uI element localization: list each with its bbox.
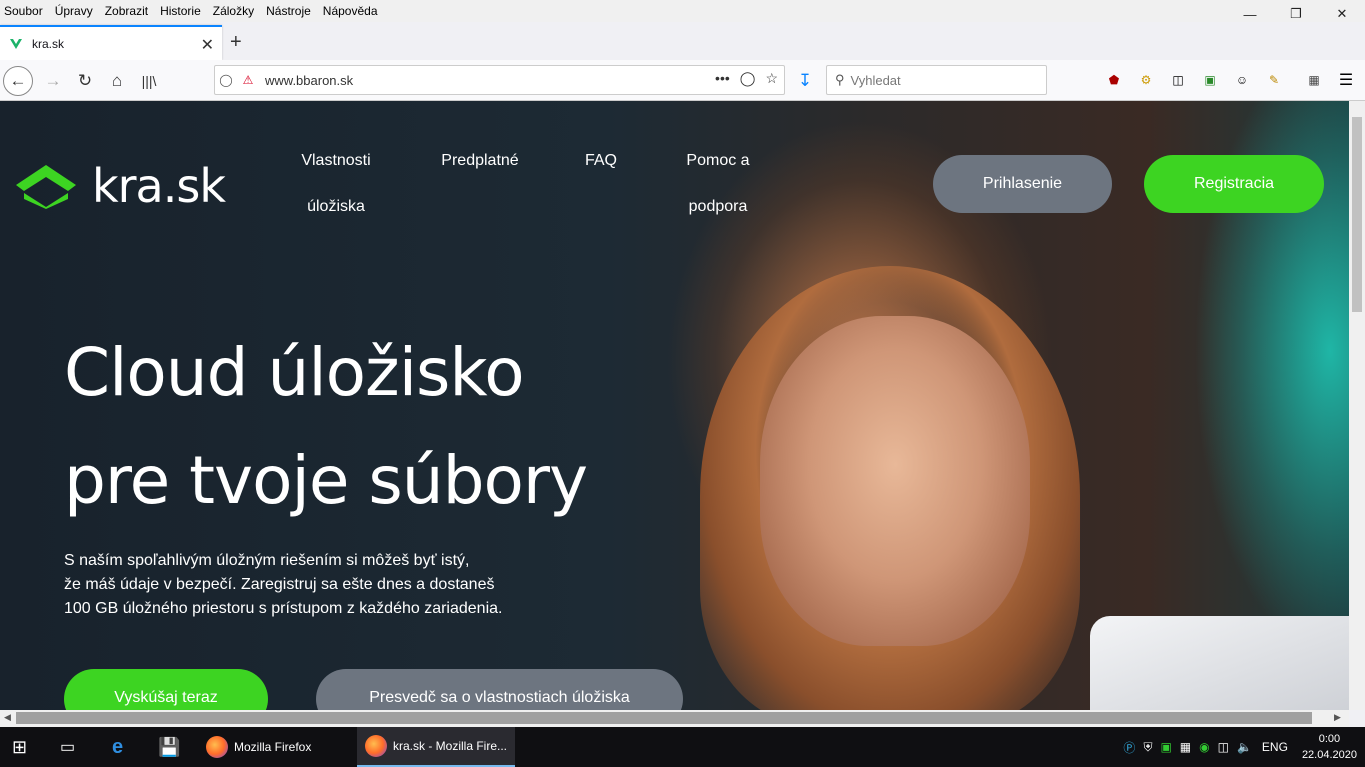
clock[interactable]: 0:00 22.04.2020 bbox=[1302, 731, 1357, 763]
firefox-icon bbox=[365, 735, 387, 757]
menu-soubor[interactable]: Soubor bbox=[4, 4, 43, 18]
nav-pomoc[interactable]: Pomoc a podpora bbox=[676, 138, 760, 230]
tab-title: kra.sk bbox=[32, 36, 65, 51]
ublock-icon[interactable]: ⬟ bbox=[1104, 70, 1124, 90]
site-logo[interactable]: kra.sk bbox=[14, 159, 226, 213]
nav-faq-label: FAQ bbox=[584, 152, 617, 169]
url-bar[interactable]: ◯ ⚠ www.bbaron.sk ••• ◯ ☆ bbox=[214, 65, 785, 95]
volume-icon[interactable]: 🔈 bbox=[1237, 740, 1252, 754]
clock-time: 0:00 bbox=[1318, 733, 1341, 745]
nav-vlastnosti-line2: úložiska bbox=[307, 198, 365, 215]
bookmark-star-icon[interactable]: ☆ bbox=[765, 70, 778, 87]
tray-disk-icon[interactable]: ▦ bbox=[1180, 740, 1191, 754]
home-icon[interactable]: ⌂ bbox=[102, 66, 132, 96]
extensions-icon[interactable]: ▦ bbox=[1304, 70, 1324, 90]
edge-icon[interactable]: e bbox=[112, 727, 123, 767]
system-tray: Ⓟ ⛨ ▣ ▦ ◉ ◫ 🔈 ENG 0:00 22.04.2020 bbox=[1123, 727, 1357, 767]
tool-icon[interactable]: ✎ bbox=[1264, 70, 1284, 90]
hero-subtitle: S naším spoľahlivým úložným riešením si … bbox=[64, 549, 524, 621]
insecure-lock-icon[interactable]: ⚠ bbox=[237, 73, 259, 87]
horizontal-scroll-thumb[interactable] bbox=[16, 712, 1312, 724]
nav-pomoc-line2: podpora bbox=[688, 198, 748, 215]
hero-subtitle-line2: že máš údaje v bezpečí. Zaregistruj sa e… bbox=[64, 576, 495, 593]
taskbar: ⊞ ▭ e 💾 Mozilla Firefox kra.sk - Mozilla… bbox=[0, 727, 1365, 767]
sidebar-icon[interactable]: ◫ bbox=[1168, 70, 1188, 90]
register-button[interactable]: Registracia bbox=[1144, 155, 1324, 213]
favicon-icon bbox=[8, 36, 24, 52]
menu-zalozky[interactable]: Záložky bbox=[213, 4, 254, 18]
task-view-icon[interactable]: ▭ bbox=[60, 727, 75, 767]
nav-predplatne-label: Predplatné bbox=[441, 152, 519, 169]
hero-subtitle-line1: S naším spoľahlivým úložným riešením si … bbox=[64, 552, 470, 569]
nav-faq[interactable]: FAQ bbox=[578, 138, 624, 184]
tab-kra-sk[interactable]: kra.sk ✕ bbox=[0, 25, 222, 60]
url-text[interactable]: www.bbaron.sk bbox=[265, 73, 353, 88]
hero-laptop-shape bbox=[1090, 616, 1349, 710]
extension-icon[interactable]: ⚙ bbox=[1136, 70, 1156, 90]
tray-monitor-icon[interactable]: ▣ bbox=[1160, 740, 1171, 754]
search-placeholder: Vyhledat bbox=[850, 72, 901, 88]
nav-vlastnosti-line1: Vlastnosti bbox=[301, 152, 371, 169]
page-actions-icon[interactable]: ••• bbox=[715, 70, 730, 87]
login-button[interactable]: Prihlasenie bbox=[933, 155, 1112, 213]
hamburger-menu-icon[interactable]: ☰ bbox=[1336, 70, 1356, 90]
horizontal-scrollbar[interactable]: ◀ ▶ bbox=[0, 710, 1349, 727]
pocket-icon[interactable]: ◯ bbox=[740, 70, 756, 87]
library-icon[interactable]: |||\ bbox=[134, 66, 164, 96]
menu-upravy[interactable]: Úpravy bbox=[55, 4, 93, 18]
menu-historie[interactable]: Historie bbox=[160, 4, 201, 18]
hero-subtitle-line3: 100 GB úložného priestoru s prístupom z … bbox=[64, 600, 503, 617]
hero-face-shape bbox=[760, 316, 1030, 646]
back-icon[interactable]: ← bbox=[3, 66, 33, 96]
taskbar-kra-sk-label: kra.sk - Mozilla Fire... bbox=[393, 739, 508, 753]
vertical-scroll-thumb[interactable] bbox=[1352, 117, 1362, 312]
nav-vlastnosti[interactable]: Vlastnosti úložiska bbox=[290, 138, 382, 230]
addon-icon[interactable]: ▣ bbox=[1200, 70, 1220, 90]
language-indicator[interactable]: ENG bbox=[1262, 740, 1288, 754]
logo-text: kra.sk bbox=[92, 159, 226, 213]
forward-icon[interactable]: → bbox=[38, 66, 68, 96]
taskbar-firefox[interactable]: Mozilla Firefox bbox=[198, 727, 353, 767]
download-icon[interactable]: ↧ bbox=[790, 66, 820, 96]
tray-shield-icon[interactable]: ⛨ bbox=[1143, 740, 1152, 755]
navigation-toolbar: ← → ↻ ⌂ |||\ ◯ ⚠ www.bbaron.sk ••• ◯ ☆ ↧… bbox=[0, 60, 1365, 101]
network-icon[interactable]: ◫ bbox=[1218, 740, 1229, 754]
nav-predplatne[interactable]: Predplatné bbox=[432, 138, 528, 184]
hero-title: Cloud úložisko pre tvoje súbory bbox=[64, 319, 588, 535]
firefox-icon bbox=[206, 736, 228, 758]
tray-e-icon[interactable]: Ⓟ bbox=[1123, 739, 1135, 756]
tray-app-icon[interactable]: ◉ bbox=[1199, 740, 1209, 754]
search-bar[interactable]: ⚲ Vyhledat bbox=[826, 65, 1047, 95]
windows-start-icon[interactable]: ⊞ bbox=[12, 727, 27, 767]
menu-bar: Soubor Úpravy Zobrazit Historie Záložky … bbox=[0, 0, 1365, 22]
scroll-right-icon[interactable]: ▶ bbox=[1334, 712, 1341, 723]
search-icon: ⚲ bbox=[835, 72, 845, 87]
taskbar-firefox-label: Mozilla Firefox bbox=[234, 740, 312, 754]
features-button[interactable]: Presvedč sa o vlastnostiach úložiska bbox=[316, 669, 683, 710]
vertical-scrollbar[interactable] bbox=[1349, 101, 1365, 710]
try-now-button[interactable]: Vyskúšaj teraz bbox=[64, 669, 268, 710]
menu-nastroje[interactable]: Nástroje bbox=[266, 4, 311, 18]
account-icon[interactable]: ☺ bbox=[1232, 70, 1252, 90]
tab-strip: kra.sk ✕ + bbox=[0, 22, 1365, 60]
taskbar-kra-sk[interactable]: kra.sk - Mozilla Fire... bbox=[357, 727, 515, 767]
logo-icon bbox=[16, 165, 76, 209]
save-app-icon[interactable]: 💾 bbox=[158, 727, 180, 767]
close-tab-icon[interactable]: ✕ bbox=[201, 35, 214, 55]
hero-title-line2: pre tvoje súbory bbox=[64, 442, 588, 519]
reload-icon[interactable]: ↻ bbox=[70, 66, 100, 96]
clock-date: 22.04.2020 bbox=[1301, 749, 1357, 761]
menu-zobrazit[interactable]: Zobrazit bbox=[105, 4, 148, 18]
shield-icon[interactable]: ◯ bbox=[215, 73, 237, 87]
hero-title-line1: Cloud úložisko bbox=[64, 334, 525, 411]
page-content: kra.sk Vlastnosti úložiska Predplatné FA… bbox=[0, 101, 1349, 710]
scroll-left-icon[interactable]: ◀ bbox=[4, 712, 11, 723]
nav-pomoc-line1: Pomoc a bbox=[686, 152, 750, 169]
new-tab-icon[interactable]: + bbox=[230, 31, 242, 54]
menu-napoveda[interactable]: Nápověda bbox=[323, 4, 378, 18]
